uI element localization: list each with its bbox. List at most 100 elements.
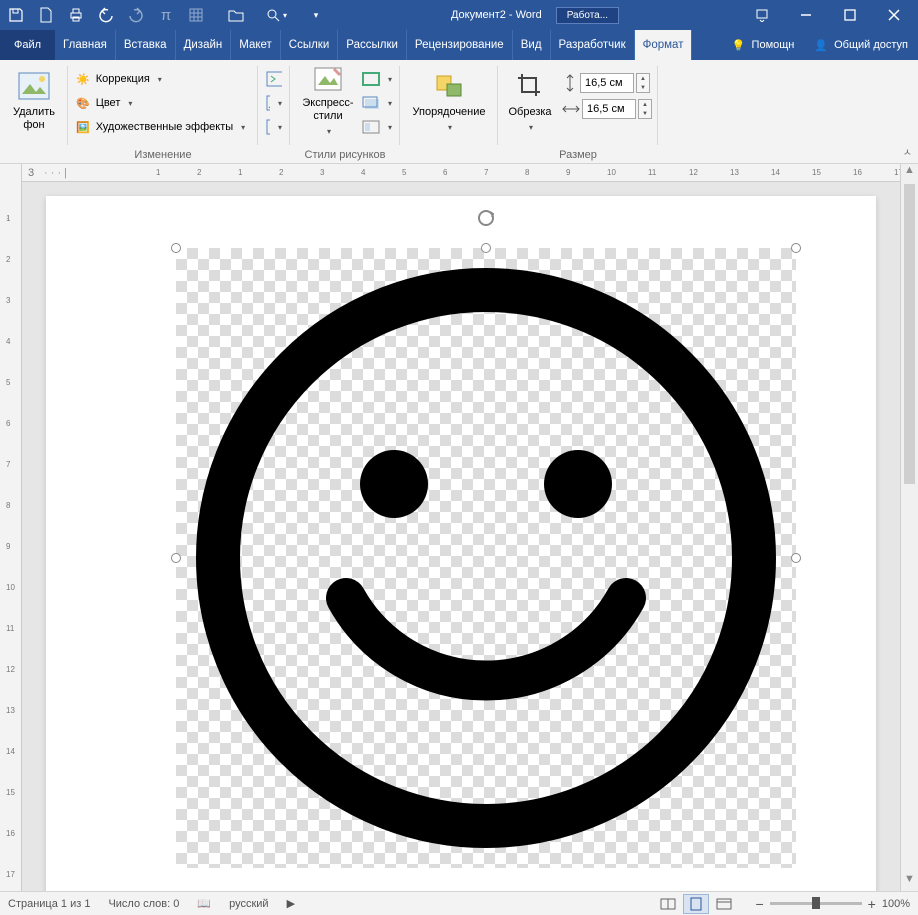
quick-styles-icon — [312, 65, 344, 93]
view-buttons — [655, 894, 737, 914]
shape-width: 16,5 см ▲▼ — [562, 98, 652, 120]
horizontal-ruler[interactable]: 3 · · · | 121234567891011121314151617 — [22, 164, 900, 182]
zoom-level[interactable]: 100% — [882, 898, 910, 910]
resize-handle-w[interactable] — [171, 553, 181, 563]
tab-home[interactable]: Главная — [55, 30, 116, 60]
crop-icon — [514, 70, 546, 102]
title-bar: π ▾ ▾ Документ2 - Word Работа... — [0, 0, 918, 30]
qat-customize[interactable]: ▾ — [302, 2, 330, 28]
arrange-label: Упорядочение — [413, 106, 486, 119]
tab-review[interactable]: Рецензирование — [407, 30, 513, 60]
picture-layout-button[interactable]: ▾ — [360, 116, 394, 138]
artistic-effects-button[interactable]: 🖼️Художественные эффекты▾ — [74, 116, 247, 138]
quick-print-button[interactable] — [62, 2, 90, 28]
selected-image[interactable] — [176, 248, 796, 868]
vertical-scrollbar[interactable]: ▲ ▼ — [900, 164, 918, 891]
status-spellcheck-icon[interactable]: 📖 — [197, 897, 211, 910]
redo-button[interactable] — [122, 2, 150, 28]
quick-styles-button[interactable]: Экспресс- стили▾ — [296, 64, 360, 136]
tab-file[interactable]: Файл — [0, 30, 55, 60]
share-label: Общий доступ — [834, 39, 908, 51]
undo-button[interactable] — [92, 2, 120, 28]
page[interactable] — [46, 196, 876, 891]
ruler-corner: 3 — [28, 167, 34, 179]
minimize-button[interactable] — [784, 0, 828, 30]
tab-layout[interactable]: Макет — [231, 30, 281, 60]
arrange-button[interactable]: Упорядочение▾ — [406, 64, 492, 136]
status-macro-icon[interactable]: ▶ — [287, 897, 295, 910]
group-size: Обрезка▾ 16,5 см ▲▼ 16,5 см ▲▼ Размер — [498, 60, 658, 163]
resize-handle-ne[interactable] — [791, 243, 801, 253]
table-button[interactable] — [182, 2, 210, 28]
tell-me-label: Помощн — [752, 39, 795, 51]
view-read-button[interactable] — [655, 894, 681, 914]
crop-button[interactable]: Обрезка▾ — [504, 64, 556, 136]
share-button[interactable]: 👤Общий доступ — [804, 39, 918, 52]
tab-format[interactable]: Формат — [635, 30, 693, 60]
tab-insert[interactable]: Вставка — [116, 30, 176, 60]
width-spinner[interactable]: ▲▼ — [638, 99, 652, 119]
preview-button[interactable]: ▾ — [262, 2, 290, 28]
vertical-ruler[interactable]: · 1234567891011121314151617181920 — [0, 164, 22, 891]
zoom-in-button[interactable]: + — [868, 896, 876, 912]
zoom-control: − + 100% — [755, 896, 910, 912]
resize-handle-n[interactable] — [481, 243, 491, 253]
group-size-label: Размер — [498, 149, 658, 161]
tell-me[interactable]: 💡 Помощн — [722, 39, 805, 52]
ribbon-options-button[interactable] — [740, 0, 784, 30]
effects-icon: 🖼️ — [76, 121, 90, 134]
corrections-button[interactable]: ☀️Коррекция▾ — [74, 68, 247, 90]
view-web-button[interactable] — [711, 894, 737, 914]
status-bar: Страница 1 из 1 Число слов: 0 📖 русский … — [0, 891, 918, 915]
height-input[interactable]: 16,5 см — [580, 73, 634, 93]
document-viewport[interactable]: 3 · · · | 121234567891011121314151617 — [22, 164, 900, 891]
smiley-icon — [176, 248, 796, 868]
status-word-count[interactable]: Число слов: 0 — [108, 898, 179, 910]
maximize-button[interactable] — [828, 0, 872, 30]
shape-height: 16,5 см ▲▼ — [562, 72, 652, 94]
change-picture-button[interactable]: ▾ — [264, 92, 284, 114]
status-language[interactable]: русский — [229, 898, 268, 910]
tab-view[interactable]: Вид — [513, 30, 551, 60]
height-spinner[interactable]: ▲▼ — [636, 73, 650, 93]
collapse-ribbon-button[interactable]: ㅅ — [903, 144, 912, 159]
ribbon: Удалить фон ☀️ Коррекция ▾ 🎨 Цвет ▾ 🖼️Художе… — [0, 60, 918, 164]
picture-effects-button[interactable]: ▾ — [360, 92, 394, 114]
open-button[interactable] — [222, 2, 250, 28]
brightness-icon: ☀️ — [76, 73, 90, 86]
quick-styles-label: Экспресс- стили — [302, 97, 353, 123]
tab-design[interactable]: Дизайн — [176, 30, 232, 60]
save-button[interactable] — [2, 2, 30, 28]
new-doc-button[interactable] — [32, 2, 60, 28]
color-label: Цвет — [96, 97, 121, 109]
resize-handle-nw[interactable] — [171, 243, 181, 253]
view-print-button[interactable] — [683, 894, 709, 914]
resize-handle-e[interactable] — [791, 553, 801, 563]
remove-background-button[interactable]: Удалить фон — [6, 64, 62, 136]
tab-references[interactable]: Ссылки — [281, 30, 339, 60]
group-picture-styles: Экспресс- стили▾ ▾ ▾ ▾ Стили рисунков — [290, 60, 400, 163]
close-button[interactable] — [872, 0, 916, 30]
zoom-out-button[interactable]: − — [755, 896, 763, 912]
equation-button[interactable]: π — [152, 2, 180, 28]
rotate-handle[interactable] — [476, 208, 496, 228]
window-title: Документ2 - Word Работа... — [330, 7, 740, 24]
height-icon — [562, 74, 578, 92]
title-text: Документ2 - Word — [451, 9, 542, 21]
context-badge: Работа... — [556, 7, 619, 24]
tab-mailings[interactable]: Рассылки — [338, 30, 407, 60]
zoom-slider[interactable] — [770, 902, 862, 905]
tab-developer[interactable]: Разработчик — [551, 30, 635, 60]
group-styles-label: Стили рисунков — [290, 149, 400, 161]
reset-picture-button[interactable]: ▾ — [264, 116, 284, 138]
palette-icon: 🎨 — [76, 97, 90, 110]
width-input[interactable]: 16,5 см — [582, 99, 636, 119]
status-page[interactable]: Страница 1 из 1 — [8, 898, 90, 910]
picture-border-button[interactable]: ▾ — [360, 68, 394, 90]
window-controls — [740, 0, 916, 30]
compress-button[interactable] — [264, 68, 284, 90]
arrange-icon — [433, 70, 465, 102]
corrections-label: Коррекция — [96, 73, 150, 85]
lightbulb-icon: 💡 — [732, 39, 746, 52]
color-button[interactable]: 🎨Цвет▾ — [74, 92, 247, 114]
